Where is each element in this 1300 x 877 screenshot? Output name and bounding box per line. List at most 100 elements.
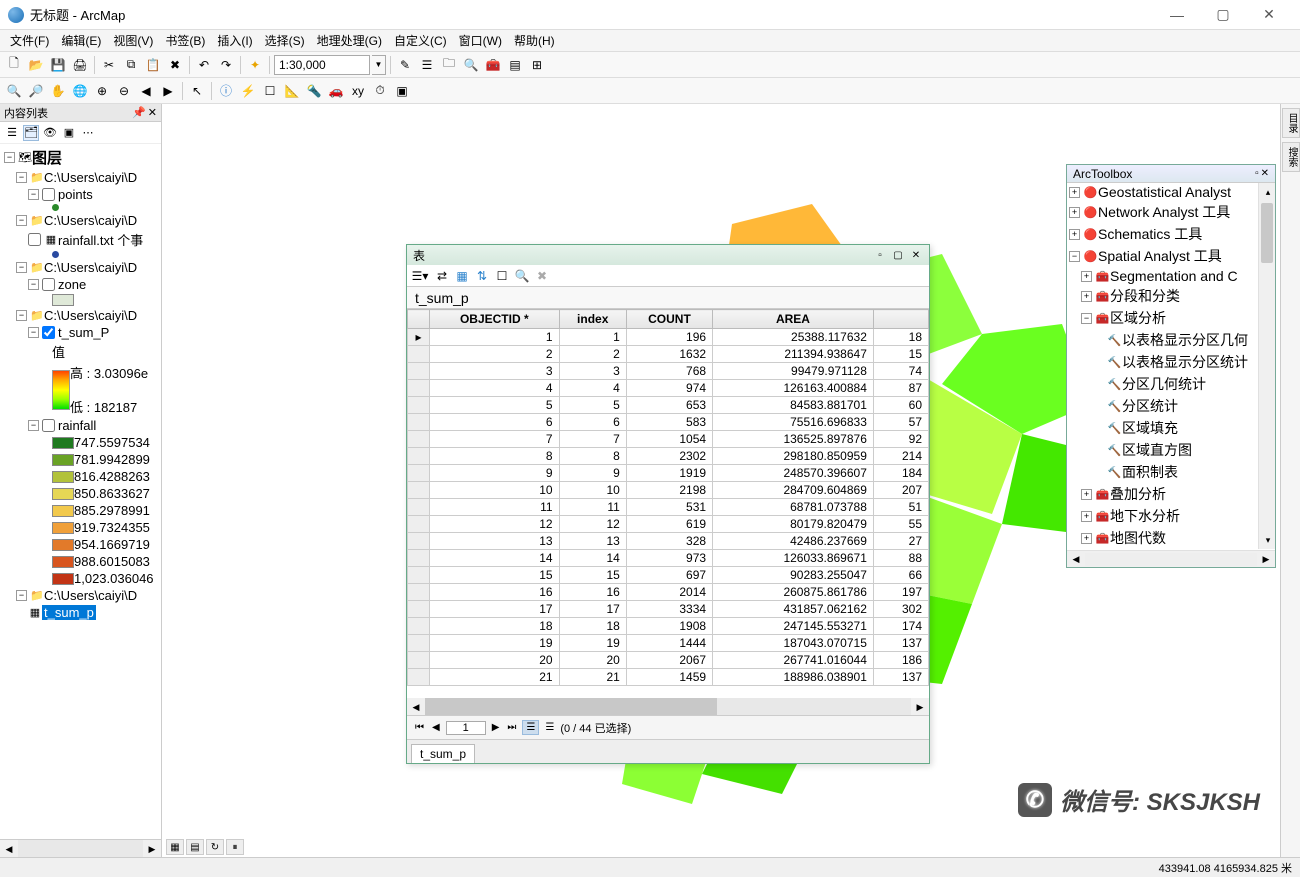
paste-button[interactable]: 📋 bbox=[143, 55, 163, 75]
row-header[interactable] bbox=[408, 635, 430, 652]
table-row[interactable]: 44974126163.40088487 bbox=[408, 380, 929, 397]
python-button[interactable]: ▤ bbox=[505, 55, 525, 75]
row-header[interactable] bbox=[408, 533, 430, 550]
prev-extent-button[interactable]: ◀ bbox=[136, 81, 156, 101]
maximize-button[interactable]: ▢ bbox=[1200, 0, 1246, 30]
toolbox-item[interactable]: +🧰地下水分析 bbox=[1067, 505, 1275, 527]
scale-dropdown[interactable]: ▼ bbox=[372, 55, 386, 75]
nav-next-button[interactable]: ▶ bbox=[490, 722, 502, 733]
toolbox-item[interactable]: 🔨以表格显示分区统计 bbox=[1067, 351, 1275, 373]
row-header[interactable] bbox=[408, 431, 430, 448]
table-row[interactable]: 5565384583.88170160 bbox=[408, 397, 929, 414]
toc-button[interactable]: ☰ bbox=[417, 55, 437, 75]
menu-item[interactable]: 自定义(C) bbox=[388, 30, 453, 51]
nav-first-button[interactable]: ⏮ bbox=[413, 722, 426, 733]
layer-checkbox[interactable] bbox=[28, 233, 41, 246]
toc-close-icon[interactable]: ✕ bbox=[148, 106, 157, 119]
expand-icon[interactable]: − bbox=[1081, 313, 1092, 324]
expand-icon[interactable]: − bbox=[28, 327, 39, 338]
tree-row[interactable]: 高 : 3.03096e低 : 182187 bbox=[0, 362, 161, 417]
data-view-button[interactable]: ▦ bbox=[166, 839, 184, 855]
identify-button[interactable]: ⓘ bbox=[216, 81, 236, 101]
menu-item[interactable]: 窗口(W) bbox=[453, 30, 508, 51]
close-button[interactable]: ✕ bbox=[1246, 0, 1292, 30]
table-window[interactable]: 表 ▫ ▢ ✕ ☰▾ ⇄ ▦ ⇅ ☐ 🔍 ✖ t_sum_p OBJECTID … bbox=[406, 244, 930, 764]
tree-row[interactable]: −points bbox=[0, 186, 161, 203]
scroll-left-button[interactable]: ◀ bbox=[0, 840, 18, 857]
redo-button[interactable]: ↷ bbox=[216, 55, 236, 75]
table-row[interactable]: 771054136525.89787692 bbox=[408, 431, 929, 448]
new-button[interactable]: 🗋 bbox=[4, 55, 24, 75]
tree-row[interactable]: 值 bbox=[0, 341, 161, 362]
open-button[interactable]: 📂 bbox=[26, 55, 46, 75]
expand-icon[interactable]: − bbox=[28, 279, 39, 290]
tree-row[interactable]: ▦rainfall.txt 个事 bbox=[0, 229, 161, 250]
row-header[interactable] bbox=[408, 346, 430, 363]
arctoolbox-vscrollbar[interactable]: ▴ ▾ bbox=[1258, 183, 1275, 549]
expand-icon[interactable]: + bbox=[1069, 229, 1080, 240]
toolbox-item[interactable]: 🔨面积制表 bbox=[1067, 461, 1275, 483]
catalog-button[interactable]: 🗀 bbox=[439, 55, 459, 75]
save-button[interactable]: 💾 bbox=[48, 55, 68, 75]
print-button[interactable]: 🖨 bbox=[70, 55, 90, 75]
modelbuilder-button[interactable]: ⊞ bbox=[527, 55, 547, 75]
arctoolbox-pin-icon[interactable]: ▫ bbox=[1255, 168, 1259, 179]
delete-selected-button[interactable]: ✖ bbox=[533, 267, 551, 285]
row-header[interactable] bbox=[408, 652, 430, 669]
expand-icon[interactable]: − bbox=[16, 215, 27, 226]
row-header[interactable] bbox=[408, 465, 430, 482]
menu-item[interactable]: 书签(B) bbox=[159, 30, 211, 51]
arctoolbox-titlebar[interactable]: ArcToolbox ▫✕ bbox=[1067, 165, 1275, 183]
toolbox-item[interactable]: +🧰叠加分析 bbox=[1067, 483, 1275, 505]
tree-row[interactable]: 850.8633627 bbox=[0, 485, 161, 502]
toolbox-button[interactable]: 🧰 bbox=[483, 55, 503, 75]
show-all-button[interactable]: ☰ bbox=[522, 720, 539, 735]
table-row[interactable]: 3376899479.97112874 bbox=[408, 363, 929, 380]
select-by-attr-button[interactable]: ▦ bbox=[453, 267, 471, 285]
minimize-button[interactable]: — bbox=[1154, 0, 1200, 30]
fixed-zoom-out-button[interactable]: ⊖ bbox=[114, 81, 134, 101]
tree-row[interactable]: 747.5597534 bbox=[0, 434, 161, 451]
toolbox-item[interactable]: 🔨以表格显示分区几何 bbox=[1067, 329, 1275, 351]
expand-icon[interactable]: − bbox=[16, 590, 27, 601]
expand-icon[interactable]: + bbox=[1081, 511, 1092, 522]
tree-row[interactable]: 1,023.036046 bbox=[0, 570, 161, 587]
tree-row[interactable]: −📁C:\Users\caiyi\D bbox=[0, 587, 161, 604]
expand-icon[interactable]: + bbox=[1081, 271, 1092, 282]
table-grid[interactable]: OBJECTID *indexCOUNTAREA▸1119625388.1176… bbox=[407, 309, 929, 698]
toolbox-item[interactable]: 🔨分区统计 bbox=[1067, 395, 1275, 417]
table-tab[interactable]: t_sum_p bbox=[411, 744, 475, 763]
list-by-source-icon[interactable]: 🗂 bbox=[23, 125, 39, 141]
row-header[interactable] bbox=[408, 601, 430, 618]
list-by-drawing-order-icon[interactable]: ☰ bbox=[4, 125, 20, 141]
expand-icon[interactable]: − bbox=[16, 172, 27, 183]
tree-row[interactable] bbox=[0, 203, 161, 212]
menu-item[interactable]: 编辑(E) bbox=[55, 30, 107, 51]
pan-button[interactable]: ✋ bbox=[48, 81, 68, 101]
expand-icon[interactable]: + bbox=[1081, 533, 1092, 544]
toolbox-item[interactable]: +🔴Geostatistical Analyst bbox=[1067, 183, 1275, 201]
row-header[interactable] bbox=[408, 516, 430, 533]
table-row[interactable]: 111153168781.07378851 bbox=[408, 499, 929, 516]
tree-row[interactable]: −🗺图层 bbox=[0, 146, 161, 169]
show-selected-button[interactable]: ☰ bbox=[543, 722, 556, 733]
delete-button[interactable]: ✖ bbox=[165, 55, 185, 75]
hyperlink-button[interactable]: ⚡ bbox=[238, 81, 258, 101]
row-header[interactable] bbox=[408, 380, 430, 397]
nav-prev-button[interactable]: ◀ bbox=[430, 722, 442, 733]
row-header[interactable] bbox=[408, 499, 430, 516]
tree-row[interactable]: −rainfall bbox=[0, 417, 161, 434]
table-restore-icon[interactable]: ▫ bbox=[873, 250, 887, 261]
list-by-selection-icon[interactable]: ▣ bbox=[61, 125, 77, 141]
table-row[interactable]: ▸1119625388.11763218 bbox=[408, 329, 929, 346]
table-row[interactable]: 991919248570.396607184 bbox=[408, 465, 929, 482]
layer-checkbox[interactable] bbox=[42, 278, 55, 291]
arctoolbox-close-icon[interactable]: ✕ bbox=[1261, 168, 1269, 179]
zoom-selected-button[interactable]: 🔍 bbox=[513, 267, 531, 285]
add-data-button[interactable]: ✦ bbox=[245, 55, 265, 75]
undo-button[interactable]: ↶ bbox=[194, 55, 214, 75]
nav-last-button[interactable]: ⏭ bbox=[505, 722, 518, 733]
refresh-button[interactable]: ↻ bbox=[206, 839, 224, 855]
expand-icon[interactable]: + bbox=[1081, 291, 1092, 302]
toolbox-item[interactable]: 🔨区域填充 bbox=[1067, 417, 1275, 439]
